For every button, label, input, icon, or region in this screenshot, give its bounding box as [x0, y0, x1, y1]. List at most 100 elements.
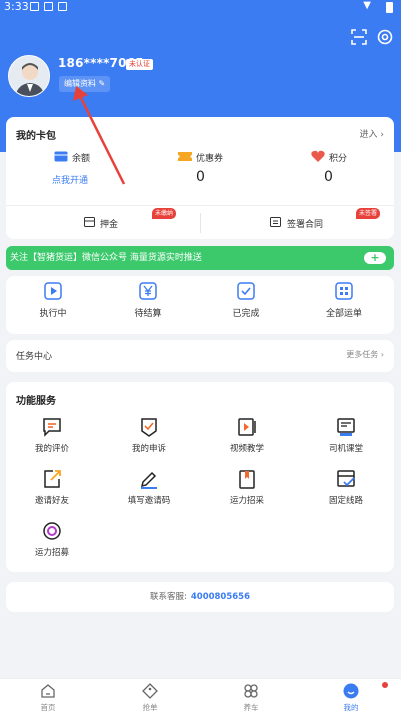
order-pending-settlement[interactable]: 待结算: [118, 282, 178, 319]
contact-phone-number[interactable]: 4000805656: [191, 592, 250, 602]
service-label: 运力招募: [34, 548, 69, 558]
divider: [200, 213, 201, 233]
notification-icon: [44, 2, 53, 11]
wallet-card: 我的卡包 进入 › 余额 点我开通 优惠券 0 积分 0 押金 未缴纳 签署合同…: [6, 117, 394, 239]
chevron-right-icon: ›: [380, 130, 384, 140]
service-label: 我的评价: [34, 444, 69, 454]
service-driver-classroom[interactable]: 司机课堂: [311, 416, 381, 454]
scan-icon[interactable]: [350, 28, 368, 46]
service-my-appeals[interactable]: 我的申诉: [114, 416, 184, 454]
settings-icon[interactable]: [376, 28, 394, 46]
tab-label: 抢单: [142, 703, 158, 712]
coupon-value: 0: [196, 169, 205, 185]
task-center-row[interactable]: 任务中心 更多任务 ›: [6, 340, 394, 372]
user-icon: [343, 683, 359, 699]
service-video-tutorials[interactable]: 视频教学: [212, 416, 282, 454]
order-completed[interactable]: 已完成: [216, 282, 276, 319]
service-label: 视频教学: [229, 444, 264, 454]
play-icon: [44, 282, 62, 300]
service-label: 我的申诉: [131, 444, 166, 454]
service-enter-invite-code[interactable]: 填写邀请码: [114, 468, 184, 506]
order-all[interactable]: 全部运单: [314, 282, 374, 319]
pen-icon: [140, 471, 157, 489]
tab-home[interactable]: 首页: [18, 683, 78, 713]
task-center-title: 任务中心: [16, 352, 53, 362]
coupon-label[interactable]: 优惠券: [196, 151, 223, 164]
wifi-icon: ▼: [363, 0, 371, 11]
verify-badge[interactable]: 未认证: [126, 59, 153, 70]
target-icon: [43, 522, 61, 540]
avatar-person-icon: [9, 56, 49, 96]
service-label: 邀请好友: [34, 496, 69, 506]
status-time: 3:33: [4, 0, 29, 13]
notification-icon: [30, 2, 39, 11]
service-label: 运力招采: [229, 496, 264, 506]
clover-icon: [244, 684, 258, 698]
balance-open-link[interactable]: 点我开通: [52, 173, 88, 186]
service-capacity-procurement[interactable]: 运力招采: [212, 468, 282, 506]
service-label: 固定线路: [328, 496, 363, 506]
service-invite-friends[interactable]: 邀请好友: [17, 468, 87, 506]
services-card: 功能服务 我的评价 我的申诉 视频教学 司机课堂 邀请好友 填写邀请码 运力招采…: [6, 382, 394, 572]
pencil-icon: ✎: [98, 79, 106, 88]
notification-icon: [58, 2, 67, 11]
deposit-icon: [84, 217, 95, 227]
order-label: 执行中: [39, 309, 67, 319]
divider: [6, 205, 394, 206]
bookmark-icon: [239, 470, 255, 489]
deposit-button[interactable]: 押金: [100, 217, 118, 230]
tab-grab-order[interactable]: 抢单: [120, 683, 180, 713]
route-icon: [337, 470, 355, 487]
service-my-reviews[interactable]: 我的评价: [17, 416, 87, 454]
contract-icon: [270, 217, 281, 227]
deposit-status-tag: 未缴纳: [152, 208, 177, 219]
chevron-right-icon: ›: [380, 350, 384, 359]
avatar[interactable]: [8, 55, 50, 97]
service-label: 填写邀请码: [127, 496, 171, 506]
points-value: 0: [324, 169, 333, 185]
balance-label: 余额: [72, 154, 91, 164]
verify-badge-label: 未认证: [129, 60, 150, 68]
add-icon[interactable]: +: [364, 252, 386, 264]
order-label: 已完成: [232, 309, 260, 319]
service-label: 司机课堂: [328, 444, 363, 454]
order-label: 全部运单: [325, 309, 362, 319]
service-fixed-routes[interactable]: 固定线路: [311, 468, 381, 506]
service-capacity-recruitment[interactable]: 运力招募: [17, 520, 87, 558]
banner-text: 关注【智猪货运】微信公众号 海量货源实时推送: [10, 253, 202, 263]
tab-label: 首页: [40, 703, 56, 712]
order-in-progress[interactable]: 执行中: [23, 282, 83, 319]
classroom-icon: [337, 418, 355, 436]
tab-label: 养车: [243, 703, 259, 712]
status-bar: 3:33 ▼: [0, 0, 401, 14]
yen-icon: [139, 282, 157, 300]
points-label[interactable]: 积分: [329, 151, 347, 164]
appeal-icon: [141, 418, 157, 437]
order-label: 待结算: [134, 309, 162, 319]
home-icon: [41, 684, 55, 698]
chat-icon: [43, 418, 61, 437]
contact-support[interactable]: 联系客服: 4000805656: [6, 582, 394, 612]
wallet-enter-label: 进入: [359, 130, 378, 140]
wallet-enter-link[interactable]: 进入 ›: [360, 127, 385, 140]
more-tasks-label: 更多任务: [346, 350, 379, 359]
wallet-card-icon: [54, 151, 68, 162]
notification-dot: [382, 682, 388, 688]
check-icon: [237, 282, 255, 300]
wechat-banner[interactable]: 关注【智猪货运】微信公众号 海量货源实时推送 +: [6, 246, 394, 270]
battery-icon: [386, 2, 393, 13]
contract-status-tag: 未签署: [356, 208, 381, 219]
edit-profile-label: 编辑资料: [64, 79, 96, 88]
tab-car-care[interactable]: 养车: [221, 683, 281, 713]
orders-card: 执行中 待结算 已完成 全部运单: [6, 276, 394, 334]
contact-label: 联系客服:: [149, 592, 187, 602]
tab-mine[interactable]: 我的: [321, 683, 381, 713]
points-icon: [311, 150, 325, 162]
grid-icon: [335, 282, 353, 300]
more-tasks-link[interactable]: 更多任务 ›: [346, 349, 384, 360]
invite-icon: [44, 470, 61, 488]
contract-button[interactable]: 签署合同: [287, 217, 323, 230]
edit-profile-button[interactable]: 编辑资料 ✎: [59, 76, 111, 92]
tag-icon: [142, 683, 158, 699]
services-title: 功能服务: [16, 396, 56, 407]
